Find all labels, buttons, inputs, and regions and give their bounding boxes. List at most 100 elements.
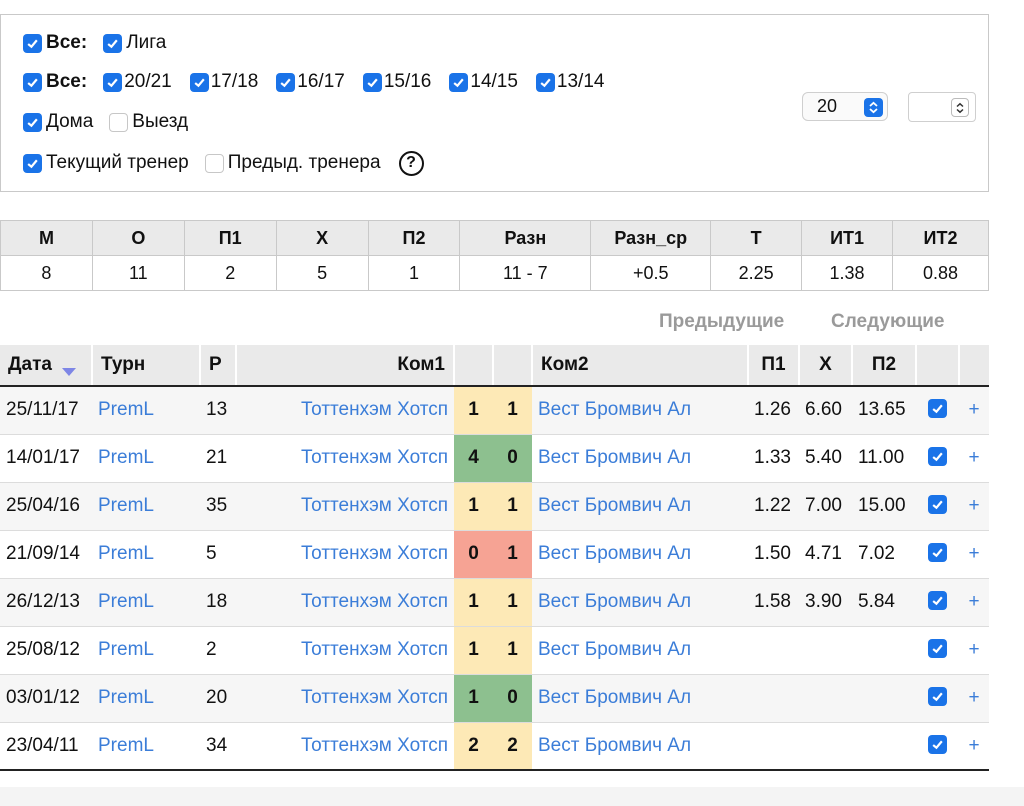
match-round: 18 — [200, 578, 236, 627]
odds-p1 — [748, 722, 799, 771]
away-label: Выезд — [132, 111, 189, 132]
team1-link[interactable]: Тоттенхэм Хотсп — [236, 674, 454, 723]
row-select-checkbox[interactable] — [928, 399, 947, 419]
tournament-link[interactable]: PremL — [92, 722, 200, 771]
odds-p1: 1.26 — [748, 386, 799, 435]
season-checkbox-list: 20/21 17/18 16/17 15/16 14/15 13/14 — [103, 71, 622, 93]
team2-link[interactable]: Вест Бромвич Ал — [532, 530, 748, 579]
team1-link[interactable]: Тоттенхэм Хотсп — [236, 482, 454, 531]
date-column-header[interactable]: Дата — [0, 345, 92, 387]
row-select-checkbox[interactable] — [928, 447, 947, 466]
add-icon[interactable]: + — [959, 482, 989, 531]
team2-link[interactable]: Вест Бромвич Ал — [532, 434, 748, 483]
current-coach-checkbox[interactable] — [23, 153, 42, 173]
odds-p1: 1.50 — [748, 530, 799, 579]
matches-table: Дата Турн Р Ком1 Ком2 П1 Х П2 25/11/17 Pr… — [0, 345, 989, 771]
tournament-link[interactable]: PremL — [92, 626, 200, 675]
row-select-checkbox[interactable] — [928, 687, 947, 706]
row-select-checkbox[interactable] — [928, 734, 947, 754]
summary-value-cell: 5 — [275, 255, 369, 291]
team1-column-header[interactable]: Ком1 — [235, 345, 454, 387]
away-checkbox[interactable] — [109, 112, 129, 132]
team2-link[interactable]: Вест Бромвич Ал — [532, 482, 748, 531]
row-select-checkbox[interactable] — [928, 639, 947, 658]
season-checkbox[interactable] — [189, 72, 209, 92]
match-date: 03/01/12 — [0, 674, 92, 723]
all-seasons-checkbox[interactable] — [23, 72, 42, 92]
summary-value-cell: 8 — [0, 255, 93, 291]
p2-column-header[interactable]: П2 — [851, 345, 916, 387]
team1-link[interactable]: Тоттенхэм Хотсп — [236, 626, 454, 675]
match-row: 25/08/12 PremL 2 Тоттенхэм Хотсп 1 1 Вест Бром… — [0, 626, 989, 675]
season-checkbox[interactable] — [276, 72, 296, 92]
home-label: Дома — [46, 111, 94, 132]
odds-p2 — [852, 626, 916, 675]
prev-coach-checkbox[interactable] — [204, 153, 224, 173]
add-icon[interactable]: + — [959, 386, 989, 435]
match-round: 5 — [200, 530, 236, 579]
row-select-cell — [916, 482, 959, 531]
odds-p1: 1.22 — [748, 482, 799, 531]
team1-link[interactable]: Тоттенхэм Хотсп — [236, 434, 454, 483]
round-column-header[interactable]: Р — [199, 345, 236, 387]
filter-row-league: Все: Лига — [23, 30, 182, 56]
row-select-checkbox[interactable] — [928, 591, 947, 610]
match-date: 21/09/14 — [0, 530, 92, 579]
odds-p1: 1.58 — [748, 578, 799, 627]
row-select-checkbox[interactable] — [928, 495, 947, 514]
team1-link[interactable]: Тоттенхэм Хотсп — [236, 386, 454, 435]
sort-desc-icon — [61, 368, 76, 376]
tournament-link[interactable]: PremL — [92, 674, 200, 723]
number-spinner[interactable] — [908, 92, 976, 122]
add-icon[interactable]: + — [959, 530, 989, 579]
season-checkbox[interactable] — [362, 72, 382, 92]
prev-page-link[interactable]: Предыдущие — [659, 311, 784, 333]
add-icon[interactable]: + — [959, 722, 989, 771]
tourn-column-header[interactable]: Турн — [91, 345, 200, 387]
match-row: 14/01/17 PremL 21 Тоттенхэм Хотсп 4 0 Вест Бро… — [0, 434, 989, 483]
count-select-value: 20 — [817, 96, 838, 116]
next-page-link[interactable]: Следующие — [831, 311, 944, 333]
tournament-link[interactable]: PremL — [92, 434, 200, 483]
all-leagues-checkbox[interactable] — [23, 33, 42, 53]
add-icon[interactable]: + — [959, 578, 989, 627]
add-icon[interactable]: + — [959, 626, 989, 675]
count-select[interactable]: 20 — [802, 92, 888, 121]
tournament-link[interactable]: PremL — [92, 482, 200, 531]
spinner-updown-icon[interactable] — [951, 98, 969, 117]
team1-link[interactable]: Тоттенхэм Хотсп — [236, 530, 454, 579]
match-date: 25/11/17 — [0, 386, 92, 435]
row-select-checkbox[interactable] — [928, 543, 947, 562]
season-checkbox[interactable] — [535, 72, 555, 92]
team1-link[interactable]: Тоттенхэм Хотсп — [236, 722, 454, 771]
team2-link[interactable]: Вест Бромвич Ал — [532, 626, 748, 675]
x-column-header[interactable]: Х — [798, 345, 852, 387]
score-away: 1 — [493, 578, 532, 627]
team1-link[interactable]: Тоттенхэм Хотсп — [236, 578, 454, 627]
home-checkbox[interactable] — [23, 112, 42, 132]
summary-header-cell: М — [0, 220, 93, 256]
match-row: 21/09/14 PremL 5 Тоттенхэм Хотсп 0 1 Вест Бром… — [0, 530, 989, 579]
tournament-link[interactable]: PremL — [92, 578, 200, 627]
match-row: 23/04/11 PremL 34 Тоттенхэм Хотсп 2 2 Вест Бро… — [0, 722, 989, 771]
add-icon[interactable]: + — [959, 674, 989, 723]
match-round: 34 — [200, 722, 236, 771]
season-checkbox[interactable] — [103, 72, 123, 92]
team2-link[interactable]: Вест Бромвич Ал — [532, 722, 748, 771]
team2-link[interactable]: Вест Бромвич Ал — [532, 386, 748, 435]
help-icon[interactable]: ? — [398, 150, 424, 176]
team2-link[interactable]: Вест Бромвич Ал — [532, 674, 748, 723]
score-home: 0 — [454, 530, 493, 579]
odds-p2: 7.02 — [852, 530, 916, 579]
odds-x: 6.60 — [799, 386, 852, 435]
team2-link[interactable]: Вест Бромвич Ал — [532, 578, 748, 627]
tournament-link[interactable]: PremL — [92, 530, 200, 579]
team2-column-header[interactable]: Ком2 — [531, 345, 748, 387]
add-icon[interactable]: + — [959, 434, 989, 483]
row-select-cell — [916, 530, 959, 579]
row-select-cell — [916, 674, 959, 723]
tournament-link[interactable]: PremL — [92, 386, 200, 435]
season-checkbox[interactable] — [449, 72, 469, 92]
p1-column-header[interactable]: П1 — [747, 345, 799, 387]
league-checkbox[interactable] — [103, 33, 123, 53]
